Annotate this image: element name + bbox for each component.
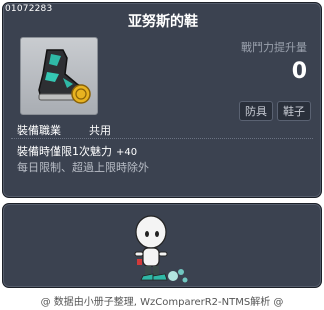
job-label: 裝備職業 bbox=[17, 124, 61, 137]
combat-power-value: 0 bbox=[291, 59, 307, 84]
tag-armor: 防具 bbox=[239, 101, 273, 121]
shoe-icon bbox=[38, 49, 91, 104]
effect-row: 裝備時僅限1次魅力 +40 bbox=[17, 143, 137, 159]
item-name: 亚努斯的鞋 bbox=[128, 14, 198, 30]
character-preview-panel bbox=[2, 203, 322, 288]
item-icon-frame bbox=[20, 37, 98, 115]
effect-value: +40 bbox=[116, 147, 138, 158]
item-tooltip: 01072283 亚努斯的鞋 戰鬥力提升量 0 防具 鞋子 裝備職業 共用 裝備時… bbox=[2, 2, 322, 198]
effect-label: 裝備時僅限1次魅力 bbox=[17, 145, 112, 158]
divider bbox=[11, 138, 313, 139]
limit-text: 每日限制、超過上限時除外 bbox=[17, 161, 149, 174]
job-row: 裝備職業 共用 bbox=[17, 122, 111, 138]
job-value: 共用 bbox=[89, 124, 111, 137]
character-preview-icon bbox=[134, 215, 188, 283]
combat-power-label: 戰鬥力提升量 bbox=[241, 41, 307, 54]
tag-shoes: 鞋子 bbox=[277, 101, 311, 121]
footer-credit: @ 数据由小册子整理, WzComparerR2-NTMS解析 @ bbox=[40, 297, 284, 308]
item-tags: 防具 鞋子 bbox=[239, 101, 311, 121]
